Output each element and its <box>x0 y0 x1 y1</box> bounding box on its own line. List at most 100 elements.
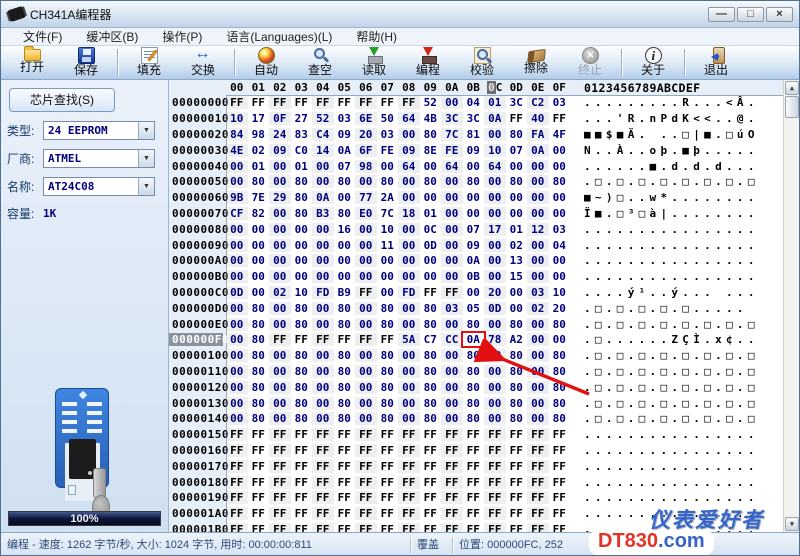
hex-byte[interactable]: FF <box>312 333 334 346</box>
hex-byte[interactable]: 00 <box>398 175 420 188</box>
hex-byte[interactable]: A2 <box>506 333 528 346</box>
hex-byte[interactable]: 00 <box>269 160 291 173</box>
hex-byte[interactable]: 00 <box>484 191 506 204</box>
hex-byte[interactable]: 20 <box>355 128 377 141</box>
hex-byte[interactable]: 00 <box>226 302 248 315</box>
hex-byte[interactable]: FF <box>527 460 549 473</box>
hex-byte[interactable]: 80 <box>291 365 313 378</box>
fill-button[interactable]: 填充 <box>122 46 176 79</box>
hex-byte[interactable]: FF <box>527 444 549 457</box>
hex-byte[interactable]: 80 <box>506 349 528 362</box>
swap-button[interactable]: 交换 <box>176 46 230 79</box>
hex-byte[interactable]: 00 <box>484 412 506 425</box>
hex-byte[interactable]: 4F <box>549 128 571 141</box>
hex-byte[interactable]: FF <box>226 491 248 504</box>
hex-byte[interactable]: 17 <box>248 112 270 125</box>
hex-byte[interactable]: 5A <box>398 333 420 346</box>
hex-byte[interactable]: 84 <box>226 128 248 141</box>
hex-byte[interactable]: 00 <box>269 397 291 410</box>
hex-byte[interactable]: 00 <box>355 412 377 425</box>
hex-byte[interactable]: FF <box>312 491 334 504</box>
hex-byte[interactable]: 00 <box>226 365 248 378</box>
hex-byte[interactable]: FF <box>248 96 270 109</box>
hex-byte[interactable]: 00 <box>291 223 313 236</box>
hex-byte[interactable]: FF <box>527 507 549 520</box>
hex-byte[interactable]: 03 <box>549 223 571 236</box>
hex-byte[interactable]: 0D <box>420 239 442 252</box>
hex-byte[interactable]: 00 <box>484 365 506 378</box>
hex-byte[interactable]: 00 <box>527 191 549 204</box>
hex-byte[interactable]: FF <box>269 476 291 489</box>
hex-byte[interactable]: FF <box>334 476 356 489</box>
hex-byte[interactable]: 00 <box>377 286 399 299</box>
verify-button[interactable]: 校验 <box>455 46 509 79</box>
hex-byte[interactable]: 00 <box>527 254 549 267</box>
hex-byte[interactable]: C2 <box>527 96 549 109</box>
hex-byte[interactable]: FF <box>355 428 377 441</box>
hex-byte[interactable]: 80 <box>506 175 528 188</box>
hex-byte[interactable]: 00 <box>398 302 420 315</box>
hex-byte[interactable]: 10 <box>377 223 399 236</box>
hex-byte[interactable]: 03 <box>441 302 463 315</box>
ascii-cell[interactable]: .□.□.□.□.□.□.□.□ <box>584 175 759 188</box>
hex-byte[interactable]: 10 <box>291 286 313 299</box>
hex-byte[interactable]: FF <box>420 476 442 489</box>
hex-byte[interactable]: FF <box>269 444 291 457</box>
hex-byte[interactable]: 07 <box>506 144 528 157</box>
hex-byte[interactable]: 00 <box>398 412 420 425</box>
hex-byte[interactable]: 00 <box>355 302 377 315</box>
hex-byte[interactable]: 00 <box>463 160 485 173</box>
hex-byte[interactable]: 00 <box>527 397 549 410</box>
hex-byte[interactable]: 00 <box>549 160 571 173</box>
hex-byte[interactable]: FF <box>248 491 270 504</box>
hex-byte[interactable]: FF <box>441 491 463 504</box>
hex-byte[interactable]: 00 <box>398 349 420 362</box>
hex-byte[interactable]: FF <box>377 460 399 473</box>
open-button[interactable]: 打开 <box>5 46 59 79</box>
hex-byte[interactable]: FF <box>355 460 377 473</box>
hex-byte[interactable]: 80 <box>506 381 528 394</box>
hex-byte[interactable]: 04 <box>549 239 571 252</box>
hex-byte[interactable]: FF <box>398 96 420 109</box>
hex-byte[interactable]: FF <box>291 476 313 489</box>
hex-byte[interactable]: FF <box>420 444 442 457</box>
hex-byte[interactable]: FF <box>441 444 463 457</box>
hex-byte[interactable]: FF <box>377 491 399 504</box>
hex-byte[interactable]: 00 <box>441 349 463 362</box>
hex-byte[interactable]: 80 <box>463 365 485 378</box>
hex-byte[interactable]: 00 <box>484 128 506 141</box>
hex-byte[interactable]: 00 <box>484 349 506 362</box>
program-button[interactable]: 编程 <box>401 46 455 79</box>
hex-byte[interactable]: 02 <box>269 286 291 299</box>
hex-byte[interactable]: 82 <box>248 207 270 220</box>
hex-byte[interactable]: FF <box>291 491 313 504</box>
hex-byte[interactable]: FF <box>420 286 442 299</box>
hex-byte[interactable]: FF <box>291 333 313 346</box>
hex-byte[interactable]: 00 <box>484 254 506 267</box>
hex-byte[interactable]: FF <box>506 112 528 125</box>
hex-byte[interactable]: 80 <box>420 318 442 331</box>
hex-byte[interactable]: FF <box>269 96 291 109</box>
hex-byte[interactable]: FF <box>484 460 506 473</box>
ascii-cell[interactable]: ................ <box>584 460 759 473</box>
hex-byte[interactable]: 09 <box>269 144 291 157</box>
hex-byte[interactable]: 80 <box>334 207 356 220</box>
hex-byte[interactable]: FF <box>549 444 571 457</box>
hex-byte[interactable]: 80 <box>377 397 399 410</box>
chip-type-select[interactable]: 24 EEPROM▼ <box>43 121 155 140</box>
hex-byte[interactable]: 00 <box>226 254 248 267</box>
hex-byte[interactable]: FF <box>226 428 248 441</box>
hex-byte[interactable]: FF <box>248 476 270 489</box>
hex-byte[interactable]: 7C <box>441 128 463 141</box>
hex-byte[interactable]: 04 <box>463 96 485 109</box>
hex-byte[interactable]: 80 <box>506 397 528 410</box>
hex-byte[interactable]: 10 <box>226 112 248 125</box>
ascii-cell[interactable]: .□.□.□.□.□.□.□.□ <box>584 397 759 410</box>
chevron-down-icon[interactable]: ▼ <box>138 178 154 195</box>
hex-byte[interactable]: FF <box>355 491 377 504</box>
hex-byte[interactable]: 00 <box>269 239 291 252</box>
maximize-button[interactable]: □ <box>737 7 764 22</box>
hex-byte[interactable]: 00 <box>441 223 463 236</box>
hex-byte[interactable]: 80 <box>463 175 485 188</box>
hex-byte[interactable]: C0 <box>291 144 313 157</box>
